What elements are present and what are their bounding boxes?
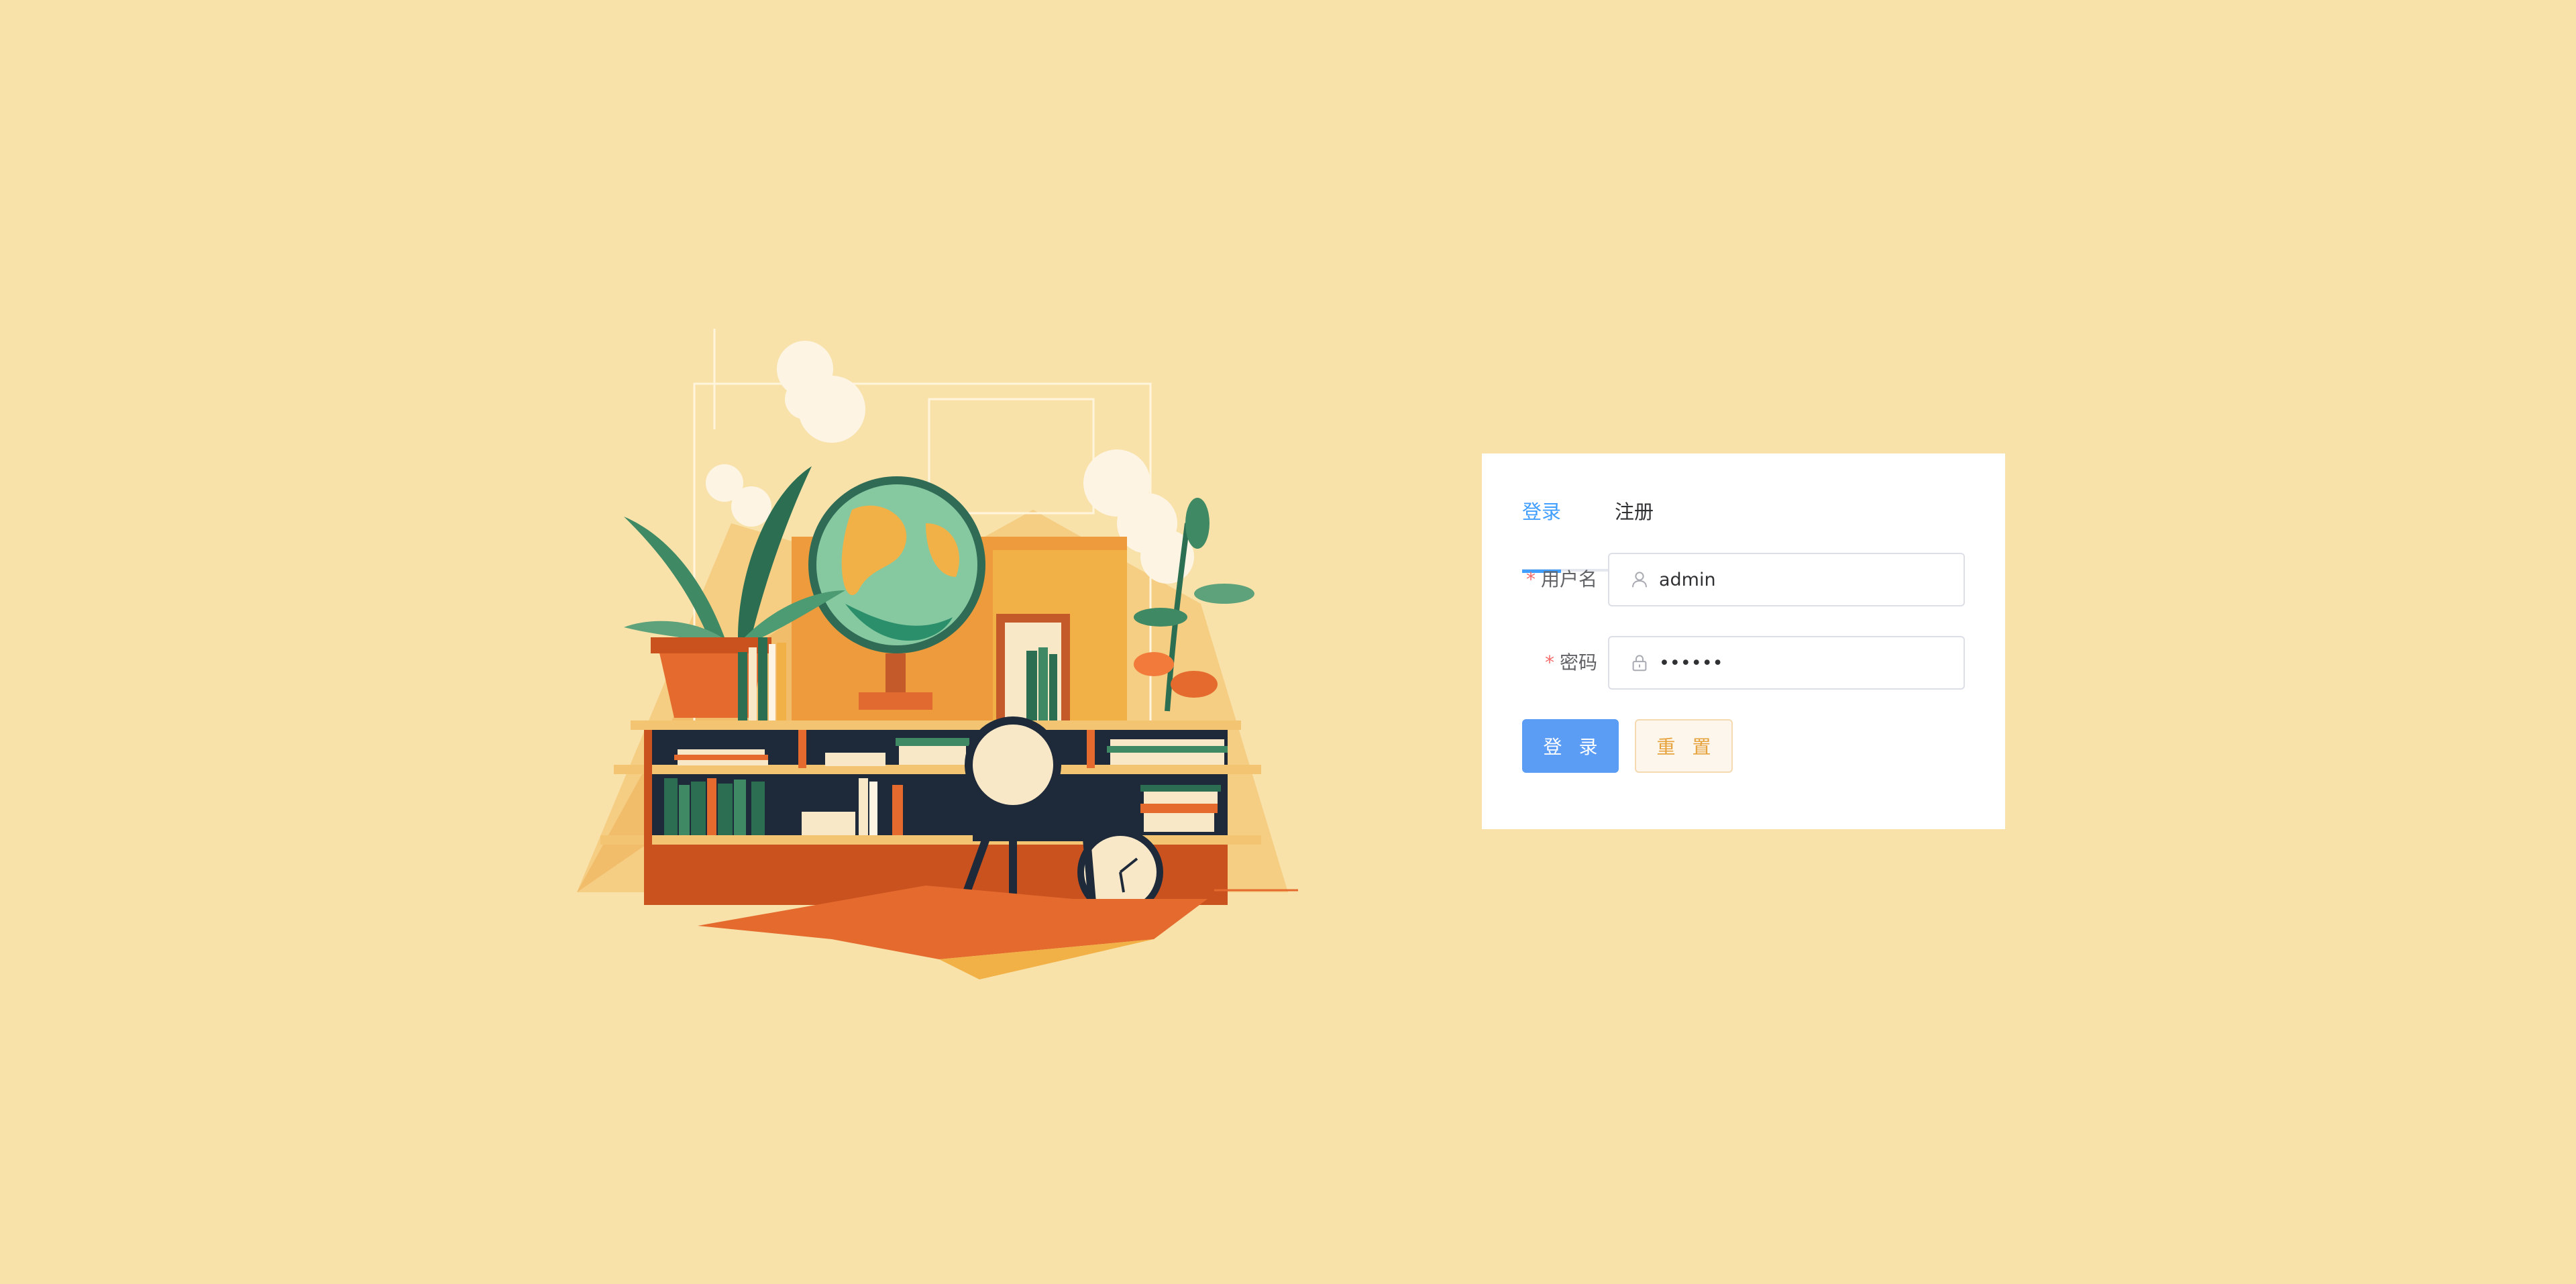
required-mark: * (1525, 568, 1536, 590)
password-field[interactable] (1608, 636, 1965, 690)
password-input[interactable] (1659, 652, 1964, 674)
username-label: * 用户名 (1525, 568, 1597, 590)
password-label: * 密码 (1544, 651, 1597, 674)
username-field[interactable] (1608, 553, 1965, 606)
tab-login[interactable]: 登录 (1522, 492, 1562, 573)
user-icon (1632, 572, 1647, 588)
required-mark: * (1544, 651, 1554, 674)
bookshelf-illustration (564, 322, 1301, 979)
username-input[interactable] (1659, 569, 1964, 590)
login-card: 登录 注册 *用户名 *密码 登 录 重 置 (1482, 453, 2005, 829)
login-button[interactable]: 登 录 (1522, 719, 1619, 773)
password-row: * 密码 (1522, 636, 1965, 690)
action-buttons: 登 录 重 置 (1522, 719, 1733, 773)
username-row: * 用户名 (1522, 553, 1965, 606)
reset-button[interactable]: 重 置 (1635, 719, 1733, 773)
tab-register[interactable]: 注册 (1615, 492, 1654, 531)
lock-icon (1632, 655, 1647, 672)
